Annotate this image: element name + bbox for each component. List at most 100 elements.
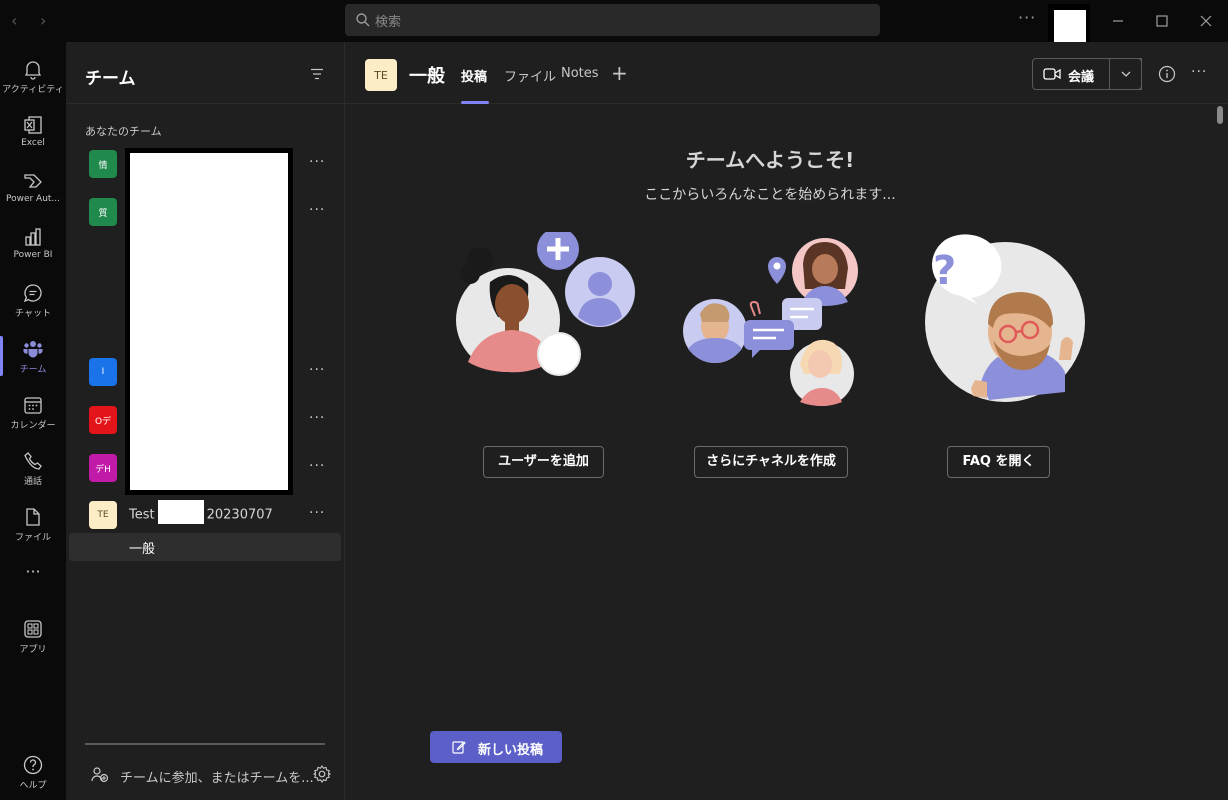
rail-label: チーム — [19, 365, 47, 375]
welcome-title: チームへようこそ! — [685, 148, 855, 172]
add-user-button[interactable]: ユーザーを追加 — [483, 446, 604, 478]
team-name-suffix: 20230707 — [206, 507, 273, 523]
rail-label: カレンダー — [10, 421, 56, 431]
team-more-button[interactable]: ··· — [309, 410, 325, 426]
search-input[interactable]: 検索 — [345, 4, 880, 36]
search-icon — [356, 13, 370, 27]
close-icon[interactable] — [1195, 10, 1217, 32]
join-team-button[interactable]: チームに参加、またはチームを... — [90, 764, 340, 788]
panel-title: チーム — [85, 69, 136, 89]
team-avatar: 質 — [89, 198, 117, 226]
more-icon: ··· — [25, 562, 41, 581]
section-label: あなたのチーム — [85, 125, 162, 138]
maximize-icon[interactable] — [1151, 10, 1173, 32]
tab-notes[interactable]: Notes — [561, 66, 599, 81]
scrollbar[interactable] — [1217, 106, 1223, 124]
bell-icon — [24, 61, 42, 80]
rail-item-help[interactable]: ヘルプ — [0, 744, 66, 800]
team-avatar: Oデ — [89, 406, 117, 434]
tab-posts[interactable]: 投稿 — [461, 66, 487, 85]
channel-name: 一般 — [129, 542, 156, 557]
rail-label: Excel — [21, 138, 45, 148]
channel-more-button[interactable]: ··· — [1191, 64, 1207, 80]
new-post-label: 新しい投稿 — [478, 743, 544, 758]
add-user-illustration — [456, 232, 635, 376]
rail-item-files[interactable]: ファイル — [0, 496, 66, 552]
meet-dropdown-button[interactable] — [1109, 58, 1142, 90]
rail-item-teams[interactable]: チーム — [0, 328, 66, 384]
channel-item-general[interactable]: 一般 — [69, 533, 341, 561]
team-more-button[interactable]: ··· — [309, 154, 325, 170]
tab-files[interactable]: ファイル — [504, 66, 556, 85]
team-more-button[interactable]: ··· — [309, 202, 325, 218]
rail-label: Power BI — [13, 250, 53, 260]
apps-icon — [24, 620, 42, 638]
add-tab-icon[interactable]: + — [611, 61, 628, 85]
divider — [85, 743, 325, 745]
rail-label: ファイル — [14, 533, 51, 543]
team-name-prefix: Test — [129, 507, 155, 523]
rail-label: 通話 — [23, 477, 42, 487]
settings-more-button[interactable]: ··· — [1018, 8, 1036, 27]
team-avatar: I — [89, 358, 117, 386]
rail-label: Power Aut... — [5, 194, 61, 204]
add-people-icon — [91, 767, 109, 783]
new-post-button[interactable]: 新しい投稿 — [430, 731, 562, 763]
rail-label: チャット — [15, 309, 51, 319]
create-channel-button[interactable]: さらにチャネルを作成 — [694, 446, 848, 478]
create-channel-illustration — [683, 238, 858, 406]
help-icon — [23, 755, 43, 775]
rail-item-power-automate[interactable]: Power Aut... — [0, 160, 66, 216]
power-automate-icon — [24, 174, 42, 188]
meet-label: 会議 — [1068, 70, 1095, 85]
rail-label: ヘルプ — [19, 781, 47, 791]
welcome-subtitle: ここからいろんなことを始められます... — [644, 187, 896, 203]
power-bi-icon — [25, 228, 41, 246]
avatar[interactable] — [1048, 4, 1090, 46]
team-item-test[interactable]: TE Test 20230707 ··· — [89, 500, 329, 537]
file-icon — [26, 508, 40, 526]
team-more-button[interactable]: ··· — [309, 458, 325, 474]
join-team-label: チームに参加、またはチームを... — [120, 771, 314, 786]
video-camera-icon — [1043, 68, 1061, 80]
filter-icon[interactable] — [310, 68, 324, 80]
rail-label: アクティビティ — [2, 85, 64, 95]
teams-icon — [23, 341, 43, 358]
redacted-name — [157, 500, 204, 524]
rail-item-calendar[interactable]: カレンダー — [0, 384, 66, 440]
search-placeholder: 検索 — [375, 15, 402, 30]
channel-title: 一般 — [409, 66, 445, 87]
gear-icon[interactable] — [312, 764, 332, 784]
channel-main: TE 一般 投稿 ファイル Notes + 会議 ··· チームへようこそ! こ… — [345, 42, 1228, 800]
title-bar: ‹ › 検索 ··· — [0, 0, 1228, 46]
rail-item-calls[interactable]: 通話 — [0, 440, 66, 496]
rail-label: アプリ — [19, 645, 47, 655]
rail-item-power-bi[interactable]: Power BI — [0, 216, 66, 272]
team-more-button[interactable]: ··· — [309, 505, 325, 521]
channel-header: TE 一般 投稿 ファイル Notes + 会議 ··· — [345, 42, 1228, 104]
active-tab-indicator — [461, 101, 489, 104]
rail-item-apps[interactable]: アプリ — [0, 608, 66, 664]
phone-icon — [24, 452, 42, 470]
redacted-area — [125, 148, 293, 495]
minimize-icon[interactable] — [1107, 10, 1129, 32]
app-rail: アクティビティ Excel Power Aut... Power BI チャット… — [0, 42, 66, 800]
faq-illustration: ? — [925, 234, 1085, 402]
chat-icon — [23, 284, 42, 303]
back-arrow-icon[interactable]: ‹ — [11, 11, 17, 30]
rail-item-chat[interactable]: チャット — [0, 272, 66, 328]
rail-item-more[interactable]: ··· — [0, 556, 66, 590]
open-faq-button[interactable]: FAQ を開く — [947, 446, 1050, 478]
calendar-icon — [24, 397, 42, 414]
forward-arrow-icon[interactable]: › — [40, 11, 46, 30]
team-avatar: TE — [89, 501, 117, 529]
team-avatar: 情 — [89, 150, 117, 178]
team-name: Test 20230707 — [129, 500, 273, 524]
svg-text:?: ? — [933, 248, 956, 294]
rail-item-excel[interactable]: Excel — [0, 104, 66, 160]
team-more-button[interactable]: ··· — [309, 362, 325, 378]
info-icon[interactable] — [1158, 65, 1176, 83]
rail-item-activity[interactable]: アクティビティ — [0, 48, 66, 104]
team-avatar: デH — [89, 454, 117, 482]
channel-avatar: TE — [365, 59, 397, 91]
